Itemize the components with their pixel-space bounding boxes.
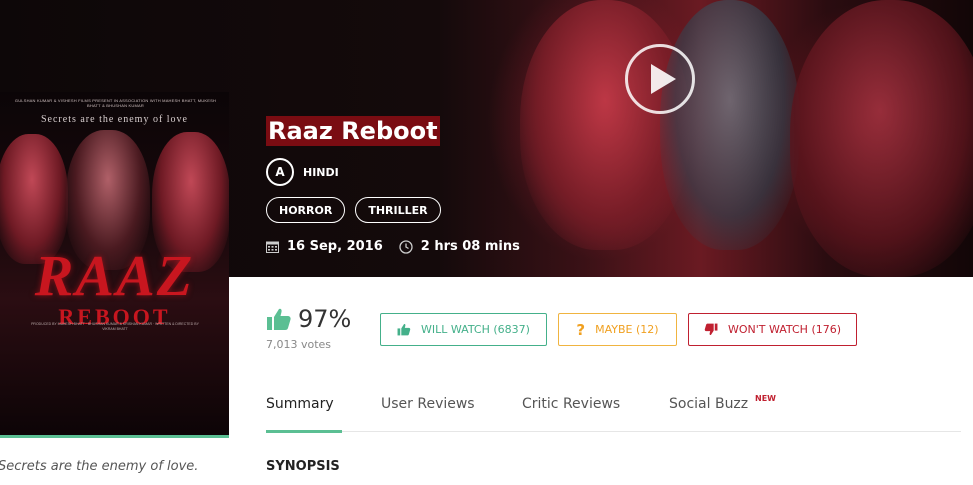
play-trailer-button[interactable] [625,44,695,114]
genre-list: HORROR THRILLER [266,197,441,223]
tab-user-reviews[interactable]: User Reviews [381,396,475,432]
hero-image-actor [790,0,973,277]
wont-watch-button[interactable]: WON'T WATCH (176) [688,313,857,346]
thumbs-up-icon [397,323,411,336]
clock-icon [399,239,413,254]
poster-credits-bottom: PRODUCED BY MUKESH BHATT · BHUSHAN KUMAR… [31,322,199,331]
tab-critic-reviews[interactable]: Critic Reviews [522,396,620,432]
rating-percent: 97% [298,305,352,333]
wont-watch-label: WON'T WATCH (176) [727,323,842,336]
poster-title: RAAZ [34,243,195,308]
question-mark-icon: ? [576,320,586,339]
movie-poster[interactable]: GULSHAN KUMAR & VISHESH FILMS PRESENT IN… [0,92,229,437]
language-label: HINDI [303,165,339,179]
release-date: 16 Sep, 2016 [287,239,383,254]
poster-underline [0,435,229,438]
tab-social-buzz[interactable]: Social Buzz [669,396,748,432]
certificate-badge: A [266,158,294,186]
poster-tagline: Secrets are the enemy of love [40,114,188,125]
maybe-label: MAYBE (12) [595,323,659,336]
new-badge: NEW [755,394,776,403]
thumbs-up-icon [267,308,291,330]
movie-title: Raaz Reboot [266,116,440,146]
release-meta: 16 Sep, 2016 2 hrs 08 mins [266,239,520,254]
genre-pill-thriller[interactable]: THRILLER [355,197,441,223]
certificate-row: A HINDI [266,158,339,186]
audience-rating: 97% [266,305,351,333]
genre-pill-horror[interactable]: HORROR [266,197,346,223]
calendar-icon [266,241,279,253]
thumbs-down-icon [704,323,718,336]
content-tabs: Summary User Reviews Critic Reviews Soci… [266,394,961,433]
poster-caption: Secrets are the enemy of love. [0,459,199,474]
poster-credits-top: GULSHAN KUMAR & VISHESH FILMS PRESENT IN… [14,98,217,108]
vote-count: 7,013 votes [266,338,332,351]
play-icon [650,64,676,94]
maybe-button[interactable]: ? MAYBE (12) [558,313,677,346]
will-watch-label: WILL WATCH (6837) [421,323,530,336]
hero-image-center [660,0,800,250]
will-watch-button[interactable]: WILL WATCH (6837) [380,313,547,346]
synopsis-heading: SYNOPSIS [266,459,340,474]
duration: 2 hrs 08 mins [420,239,520,254]
tab-summary[interactable]: Summary [266,396,342,433]
